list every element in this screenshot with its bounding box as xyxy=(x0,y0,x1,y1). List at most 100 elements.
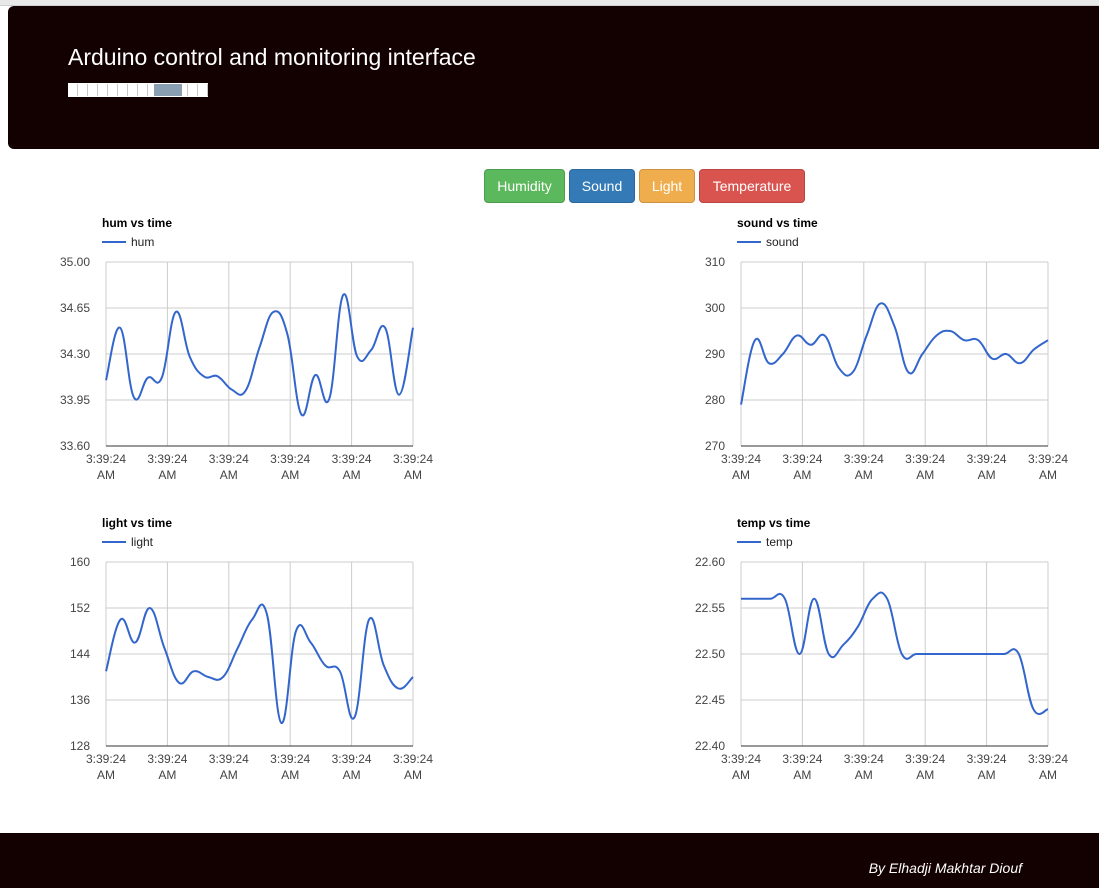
x-tick-label: AM xyxy=(793,468,811,482)
x-tick-label: 3:39:24 xyxy=(721,452,761,466)
x-tick-label: 3:39:24 xyxy=(393,752,433,766)
y-tick-label: 35.00 xyxy=(60,255,90,269)
x-tick-label: AM xyxy=(978,468,996,482)
y-tick-label: 22.55 xyxy=(695,601,725,615)
x-tick-label: 3:39:24 xyxy=(270,452,310,466)
x-tick-label: 3:39:24 xyxy=(782,452,822,466)
humidity-button[interactable]: Humidity xyxy=(484,169,565,203)
page-title: Arduino control and monitoring interface xyxy=(68,44,476,70)
x-tick-label: AM xyxy=(732,468,750,482)
progress-segment xyxy=(108,84,118,96)
page-footer: By Elhadji Makhtar Diouf xyxy=(0,833,1099,888)
temperature-chart-svg: temp vs time temp 22.60 22.55 22.50 22.45 22.4… xyxy=(695,516,1068,782)
x-tick-label: AM xyxy=(220,768,238,782)
legend-label: hum xyxy=(131,235,154,249)
y-tick-label: 128 xyxy=(70,739,90,753)
legend-label: light xyxy=(131,535,154,549)
page-header: Arduino control and monitoring interface xyxy=(8,6,1099,149)
x-tick-label: 3:39:24 xyxy=(270,752,310,766)
x-tick-label: AM xyxy=(220,468,238,482)
sound-chart-svg: sound vs timesound3103002902802703:39:24… xyxy=(705,216,1068,482)
progress-segment xyxy=(88,84,98,96)
x-tick-label: 3:39:24 xyxy=(86,452,126,466)
x-tick-label: 3:39:24 xyxy=(905,452,945,466)
y-tick-label: 160 xyxy=(70,555,90,569)
sound-button[interactable]: Sound xyxy=(569,169,635,203)
progress-segment xyxy=(98,84,108,96)
progress-segment xyxy=(138,84,148,96)
x-tick-label: 3:39:24 xyxy=(844,452,884,466)
x-tick-label: 3:39:24 xyxy=(844,752,884,766)
progress-segment xyxy=(78,84,88,96)
x-tick-label: 3:39:24 xyxy=(967,452,1007,466)
x-tick-label: 3:39:24 xyxy=(209,452,249,466)
x-tick-label: AM xyxy=(793,768,811,782)
x-tick-label: AM xyxy=(97,768,115,782)
x-tick-label: AM xyxy=(916,468,934,482)
y-tick-label: 34.30 xyxy=(60,347,90,361)
x-tick-label: 3:39:24 xyxy=(967,752,1007,766)
author-credit: By Elhadji Makhtar Diouf xyxy=(868,860,1022,876)
x-tick-label: 3:39:24 xyxy=(1028,452,1068,466)
light-chart: light vs time light 160 152 144 136 128 3:39:24… xyxy=(60,510,460,795)
x-tick-label: AM xyxy=(855,468,873,482)
y-tick-label: 22.50 xyxy=(695,647,725,661)
progress-segment xyxy=(198,84,208,96)
x-tick-label: 3:39:24 xyxy=(332,452,372,466)
x-tick-label: AM xyxy=(916,768,934,782)
x-tick-label: 3:39:24 xyxy=(209,752,249,766)
x-tick-label: AM xyxy=(404,468,422,482)
x-tick-label: AM xyxy=(855,768,873,782)
light-button[interactable]: Light xyxy=(639,169,695,203)
y-tick-label: 33.60 xyxy=(60,439,90,453)
x-tick-label: 3:39:24 xyxy=(393,452,433,466)
y-tick-label: 33.95 xyxy=(60,393,90,407)
x-tick-label: AM xyxy=(978,768,996,782)
light-chart-svg: light vs timelight1601521441361283:39:24… xyxy=(70,516,433,782)
x-tick-label: AM xyxy=(343,468,361,482)
y-tick-label: 34.65 xyxy=(60,301,90,315)
x-tick-label: AM xyxy=(97,468,115,482)
x-tick-label: 3:39:24 xyxy=(147,452,187,466)
y-tick-label: 270 xyxy=(705,439,725,453)
y-tick-label: 22.60 xyxy=(695,555,725,569)
chart-title: hum vs time xyxy=(102,216,172,230)
chart-title: sound vs time xyxy=(737,216,818,230)
y-tick-label: 152 xyxy=(70,601,90,615)
y-tick-label: 290 xyxy=(705,347,725,361)
x-tick-label: 3:39:24 xyxy=(782,752,822,766)
series-line xyxy=(105,293,414,417)
progress-segment xyxy=(128,84,138,96)
x-tick-label: AM xyxy=(404,768,422,782)
sound-chart: sound vs time sound 310 300 290 280 270 3:39:24… xyxy=(695,210,1095,495)
legend-label: sound xyxy=(766,235,799,249)
x-tick-label: 3:39:24 xyxy=(86,752,126,766)
progress-segment xyxy=(118,84,128,96)
x-tick-label: AM xyxy=(343,768,361,782)
temperature-chart: temp vs time temp 22.60 22.55 22.50 22.45 22.4… xyxy=(695,510,1095,795)
legend-label: temp xyxy=(766,535,793,549)
series-line xyxy=(740,591,1049,716)
y-tick-label: 22.40 xyxy=(695,739,725,753)
series-line xyxy=(105,603,414,725)
x-tick-label: AM xyxy=(732,768,750,782)
x-tick-label: 3:39:24 xyxy=(332,752,372,766)
chart-title: temp vs time xyxy=(737,516,811,530)
humidity-chart-svg: hum vs timehum35.0034.6534.3033.9533.603… xyxy=(60,216,433,482)
x-tick-label: 3:39:24 xyxy=(721,752,761,766)
x-tick-label: 3:39:24 xyxy=(905,752,945,766)
x-tick-label: AM xyxy=(158,468,176,482)
y-tick-label: 310 xyxy=(705,255,725,269)
progress-fill xyxy=(154,84,182,96)
chart-title: light vs time xyxy=(102,516,172,530)
progress-segment xyxy=(188,84,198,96)
y-tick-label: 22.45 xyxy=(695,693,725,707)
y-tick-label: 136 xyxy=(70,693,90,707)
progress-bar xyxy=(68,83,208,97)
x-tick-label: AM xyxy=(281,768,299,782)
x-tick-label: AM xyxy=(158,768,176,782)
y-tick-label: 300 xyxy=(705,301,725,315)
x-tick-label: AM xyxy=(281,468,299,482)
humidity-chart: hum vs time hum 35.00 34.65 34.30 33.95 33.60 3… xyxy=(60,210,460,495)
temperature-button[interactable]: Temperature xyxy=(699,169,805,203)
